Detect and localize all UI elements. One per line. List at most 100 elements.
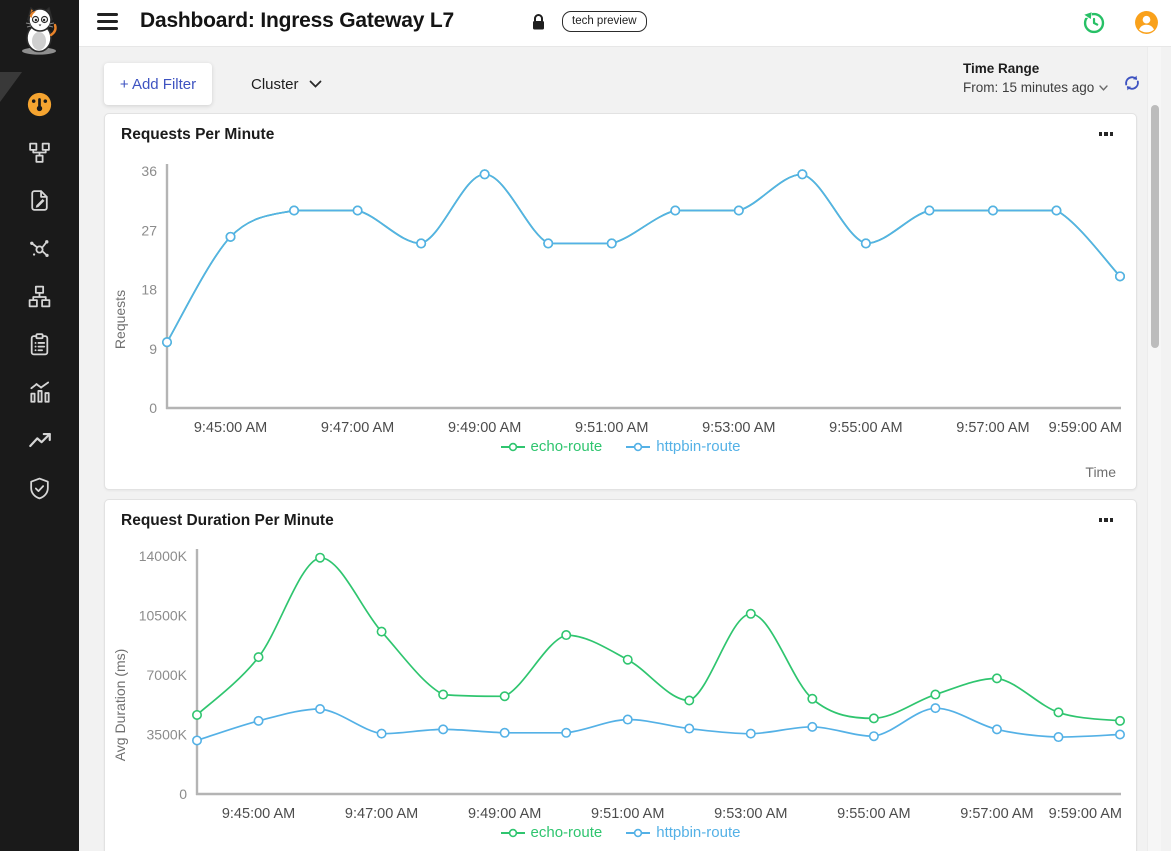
legend-item-echo-route[interactable]: echo-route <box>501 824 603 841</box>
sitemap-icon <box>27 284 52 309</box>
data-point <box>747 610 755 618</box>
data-point <box>931 704 939 712</box>
filter-bar: + Add Filter Cluster Time Range From: 15… <box>79 47 1171 113</box>
sidebar-item-gateways[interactable] <box>0 272 79 320</box>
add-filter-button[interactable]: + Add Filter <box>104 63 212 105</box>
data-point <box>798 170 806 178</box>
data-point <box>735 206 743 214</box>
ellipsis-menu-icon[interactable] <box>1092 124 1120 144</box>
data-point <box>685 696 693 704</box>
refresh-icon[interactable] <box>1123 74 1141 97</box>
sidebar-item-services[interactable] <box>0 224 79 272</box>
x-tick-label: 9:45:00 AM <box>194 420 267 436</box>
x-tick-label: 9:47:00 AM <box>345 806 418 822</box>
data-point <box>439 725 447 733</box>
mesh-molecule-icon <box>27 236 52 261</box>
data-point <box>193 711 201 719</box>
data-point <box>193 736 201 744</box>
data-point <box>290 206 298 214</box>
x-tick-label: 9:45:00 AM <box>222 806 295 822</box>
x-tick-label: 9:57:00 AM <box>956 420 1029 436</box>
data-point <box>417 239 425 247</box>
x-tick-label: 9:53:00 AM <box>714 806 787 822</box>
y-tick-label: 3500K <box>147 727 188 743</box>
x-tick-label: 9:55:00 AM <box>837 806 910 822</box>
data-point <box>624 656 632 664</box>
data-point <box>925 206 933 214</box>
data-point <box>316 705 324 713</box>
legend-marker-icon <box>626 442 650 452</box>
data-point <box>500 729 508 737</box>
x-tick-label: 9:49:00 AM <box>448 420 521 436</box>
data-point <box>870 714 878 722</box>
trending-up-icon <box>27 427 53 453</box>
ellipsis-menu-icon[interactable] <box>1092 510 1120 530</box>
data-point <box>1116 730 1124 738</box>
y-axis-name: Requests <box>112 290 128 349</box>
sidebar-item-insights[interactable] <box>0 368 79 416</box>
history-icon[interactable] <box>1081 10 1106 40</box>
sidebar-item-data-planes[interactable] <box>0 320 79 368</box>
scrollbar-thumb[interactable] <box>1151 105 1159 348</box>
legend-marker-icon <box>501 442 525 452</box>
data-point <box>377 627 385 635</box>
clipboard-icon <box>27 332 52 357</box>
x-tick-label: 9:59:00 AM <box>1049 806 1122 822</box>
cluster-label: Cluster <box>251 76 299 93</box>
hamburger-menu-icon[interactable] <box>97 13 118 30</box>
y-tick-label: 18 <box>141 282 157 298</box>
data-point <box>480 170 488 178</box>
legend-item-echo-route[interactable]: echo-route <box>501 438 603 455</box>
chevron-down-icon <box>1099 85 1108 91</box>
x-tick-label: 9:51:00 AM <box>575 420 648 436</box>
sidebar-item-dashboard[interactable] <box>0 80 79 128</box>
sidebar-item-policies[interactable] <box>0 176 79 224</box>
sidebar-item-topology[interactable] <box>0 128 79 176</box>
document-edit-icon <box>27 188 52 213</box>
data-point <box>808 695 816 703</box>
card-request-duration-per-minute: Request Duration Per Minute 0 3500K 7000K 1… <box>104 499 1137 851</box>
cluster-dropdown[interactable]: Cluster <box>239 63 334 105</box>
legend-item-httpbin-route[interactable]: httpbin-route <box>626 438 740 455</box>
data-point <box>226 233 234 241</box>
data-point <box>671 206 679 214</box>
y-tick-label: 0 <box>149 400 157 416</box>
chevron-down-icon <box>309 80 322 88</box>
data-point <box>1116 272 1124 280</box>
line-chart-svg: 09182736Requests9:45:00 AM9:47:00 AM9:49… <box>105 156 1136 436</box>
y-tick-label: 14000K <box>139 548 188 564</box>
card-requests-per-minute: Requests Per Minute 09182736Requests9:45… <box>104 113 1137 490</box>
requests-line-chart[interactable]: 09182736Requests9:45:00 AM9:47:00 AM9:49… <box>105 156 1136 436</box>
data-point <box>500 692 508 700</box>
x-tick-label: 9:51:00 AM <box>591 806 664 822</box>
duration-line-chart[interactable]: 03500K7000K10500K14000KAvg Duration (ms)… <box>105 542 1136 822</box>
app-root: Dashboard: Ingress Gateway L7 tech previ… <box>0 0 1171 851</box>
data-point <box>439 690 447 698</box>
data-point <box>931 690 939 698</box>
data-point <box>808 723 816 731</box>
data-point <box>316 554 324 562</box>
legend-marker-icon <box>626 828 650 838</box>
data-point <box>870 732 878 740</box>
data-point <box>353 206 361 214</box>
x-tick-label: 9:53:00 AM <box>702 420 775 436</box>
scrollbar-track[interactable] <box>1147 47 1161 851</box>
data-point <box>747 729 755 737</box>
data-point <box>1116 717 1124 725</box>
x-tick-label: 9:47:00 AM <box>321 420 394 436</box>
time-range-value[interactable]: From: 15 minutes ago <box>963 80 1123 95</box>
y-tick-label: 27 <box>141 222 157 238</box>
data-point <box>624 715 632 723</box>
legend-item-httpbin-route[interactable]: httpbin-route <box>626 824 740 841</box>
sidebar-item-security[interactable] <box>0 464 79 512</box>
kuma-cat-logo[interactable] <box>17 5 61 62</box>
user-avatar-icon[interactable] <box>1134 10 1159 40</box>
y-tick-label: 0 <box>179 786 187 802</box>
sidebar-item-metrics[interactable] <box>0 416 79 464</box>
chart-legend: echo-route httpbin-route <box>105 438 1136 455</box>
x-tick-label: 9:49:00 AM <box>468 806 541 822</box>
y-tick-label: 7000K <box>147 667 188 683</box>
chart-title: Request Duration Per Minute <box>121 512 334 530</box>
series-line-echo-route <box>197 558 1120 721</box>
series-line-echo-route <box>167 174 1120 342</box>
